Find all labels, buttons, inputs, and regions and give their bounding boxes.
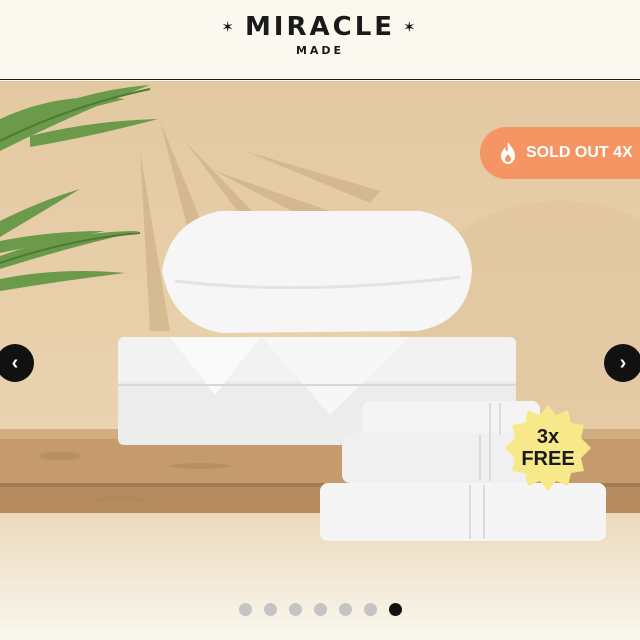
chevron-left-icon: ‹ xyxy=(11,351,19,374)
sold-out-text: SOLD OUT 4X xyxy=(526,144,633,161)
brand-logo[interactable]: ✶ MIRACLE ✶ MADE xyxy=(0,12,640,57)
star-icon: ✶ xyxy=(221,18,237,36)
star-icon: ✶ xyxy=(403,18,419,36)
free-badge-label: FREE xyxy=(521,448,575,470)
logo-wordmark: ✶ MIRACLE ✶ xyxy=(221,12,418,42)
carousel-dot[interactable] xyxy=(338,603,352,616)
carousel-dot[interactable] xyxy=(363,603,377,616)
carousel-pagination xyxy=(0,603,640,616)
free-badge-count: 3x xyxy=(536,426,560,448)
flame-icon xyxy=(501,142,515,164)
carousel-dot[interactable] xyxy=(288,603,302,616)
next-slide-button[interactable]: › xyxy=(604,344,640,382)
chevron-right-icon: › xyxy=(619,351,627,374)
logo-tagline: MADE xyxy=(295,44,345,57)
logo-name: MIRACLE xyxy=(244,12,396,42)
free-offer-badge: 3x FREE xyxy=(503,403,593,493)
site-header: ✶ MIRACLE ✶ MADE xyxy=(0,0,640,80)
carousel-dot-active[interactable] xyxy=(388,603,402,616)
product-image-carousel[interactable]: SOLD OUT 4X 3x FREE ‹ › xyxy=(0,81,640,640)
carousel-dot[interactable] xyxy=(238,603,252,616)
carousel-dot[interactable] xyxy=(263,603,277,616)
carousel-dot[interactable] xyxy=(313,603,327,616)
sold-out-badge: SOLD OUT 4X xyxy=(480,127,640,179)
